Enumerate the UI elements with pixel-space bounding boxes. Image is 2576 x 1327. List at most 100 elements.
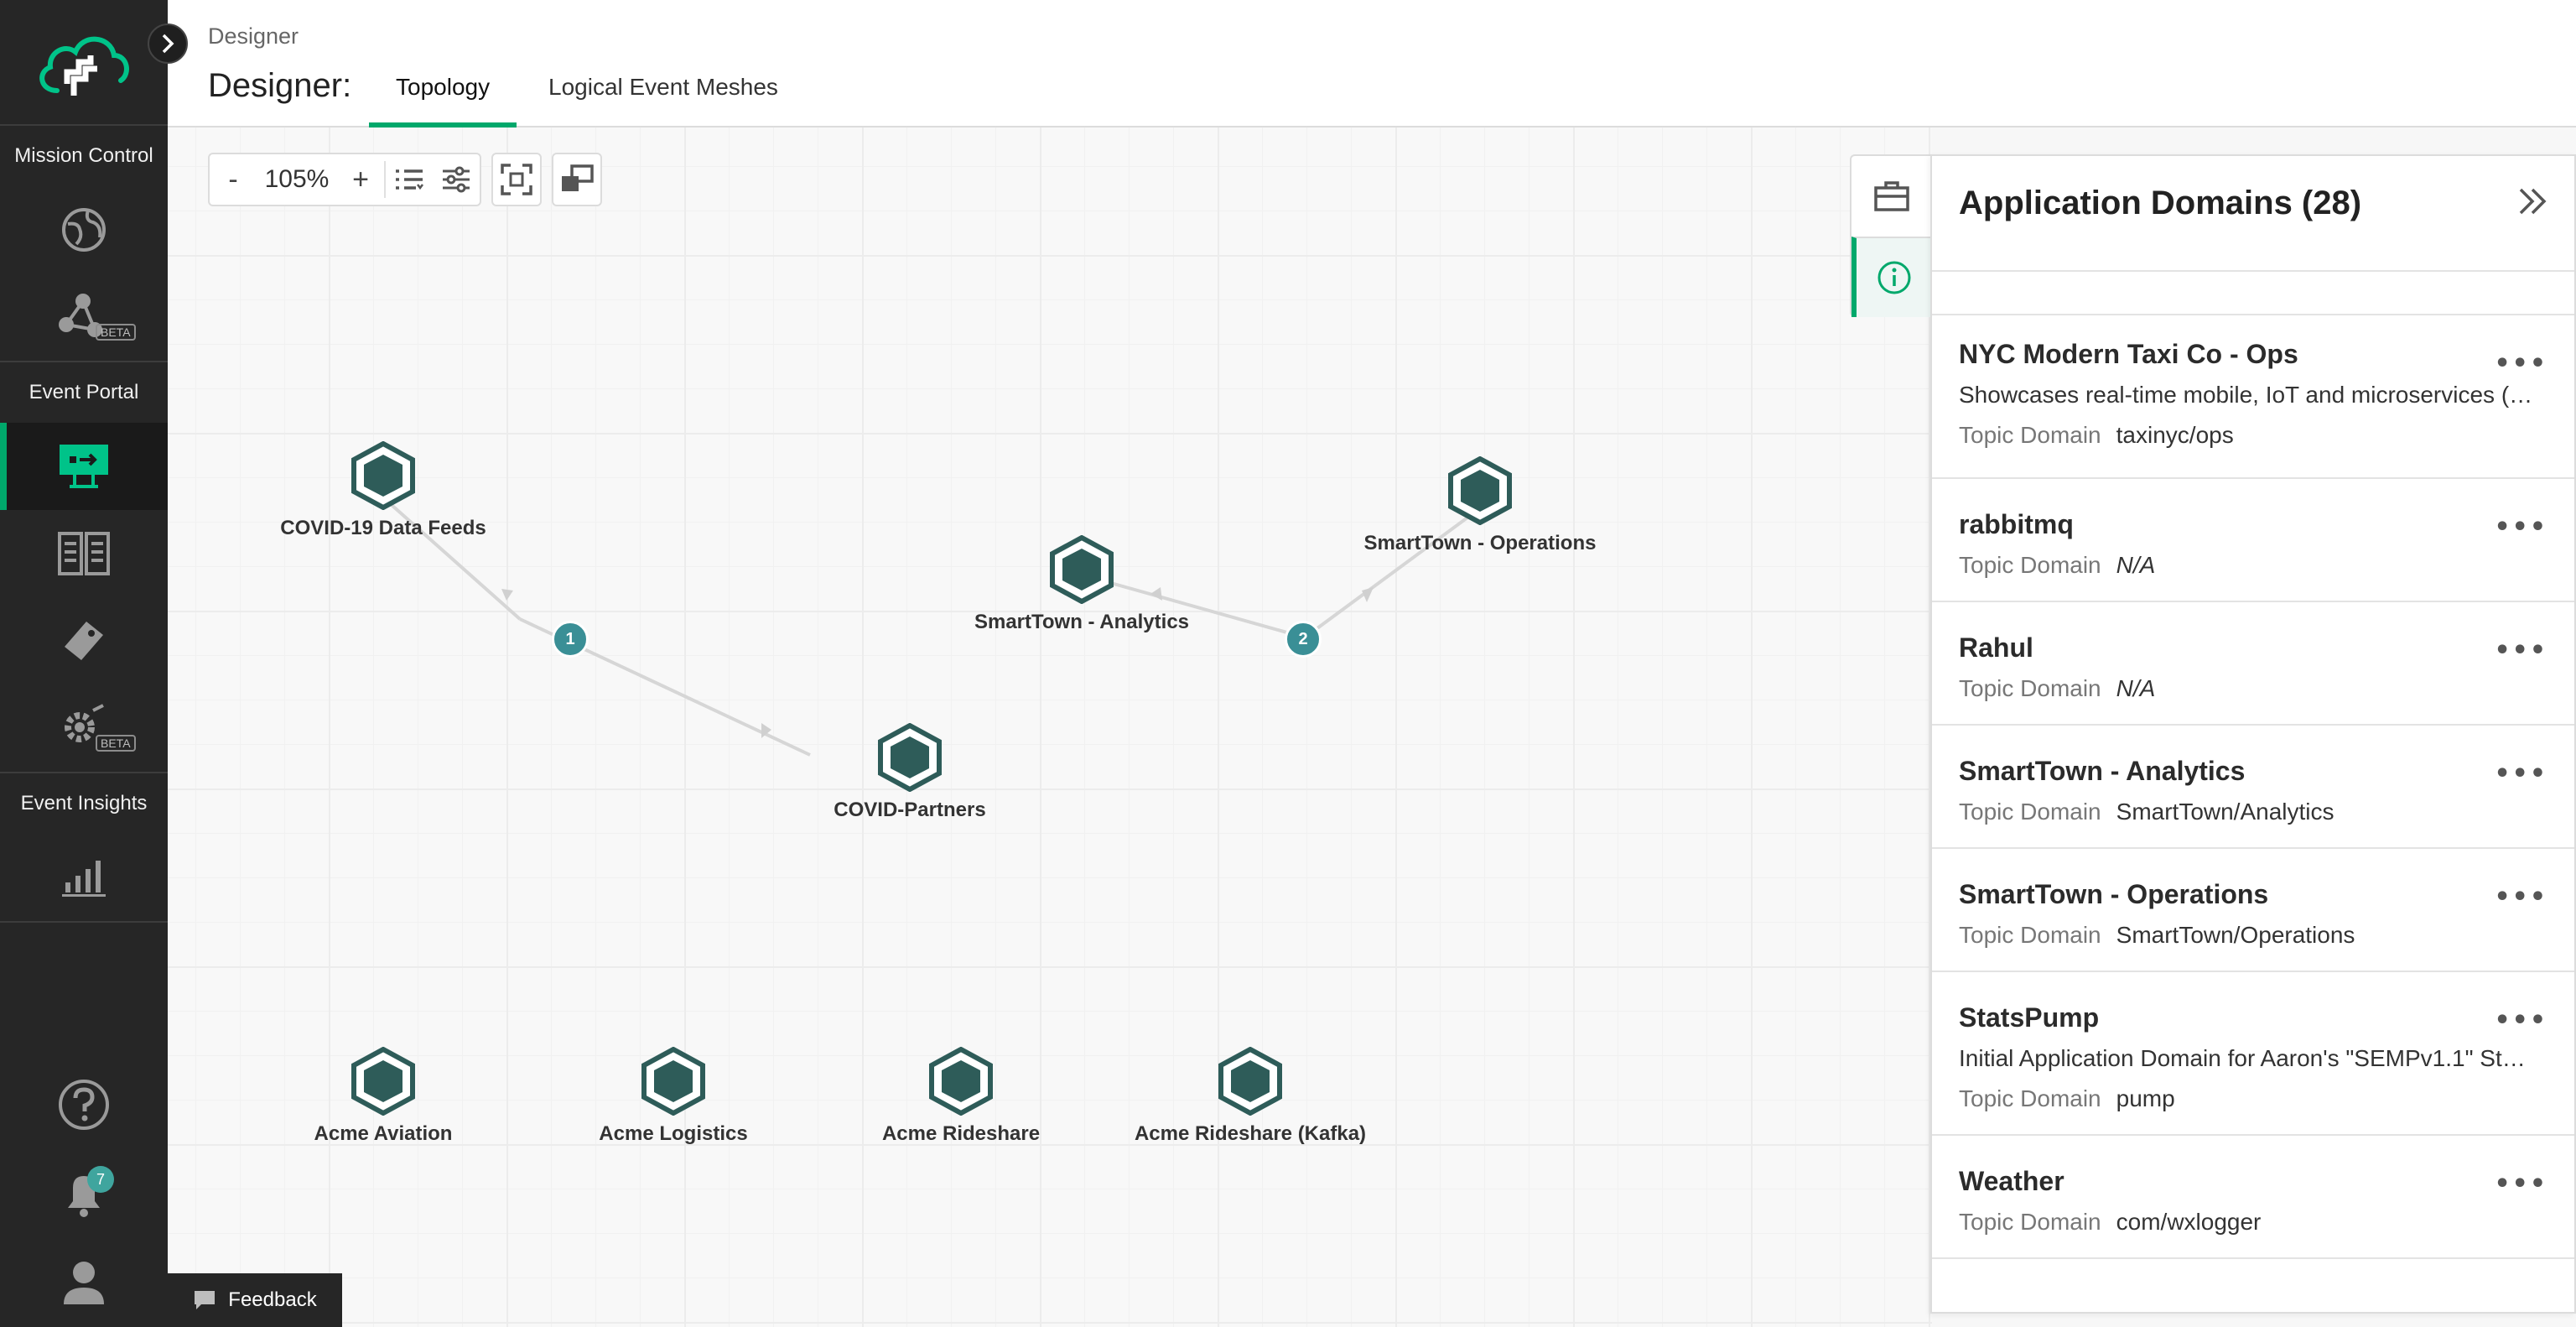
nav-item-designer[interactable] [0,423,168,510]
application-domain-node[interactable]: SmartTown - Operations [1325,456,1635,555]
page-header: Designer Designer: Topology Logical Even… [168,0,2576,127]
node-label: COVID-Partners [834,799,986,821]
notification-count-badge: 7 [87,1166,114,1193]
more-options-button[interactable]: ••• [2494,1006,2547,1035]
domain-list-item[interactable]: rabbitmq ••• Topic Domain N/A [1932,479,2574,602]
application-domain-node[interactable]: COVID-Partners [755,723,1065,822]
domain-list-item[interactable]: SmartTown - Operations ••• Topic Domain … [1932,849,2574,972]
event-portal-title: Event Portal [29,381,139,403]
domain-name: SmartTown - Analytics [1959,756,2246,786]
topic-domain-row: Topic Domain N/A [1959,675,2547,702]
topic-domain-label: Topic Domain [1959,675,2101,701]
panel-tab-toolbox[interactable] [1852,156,1932,237]
nav-item-help[interactable] [0,1060,168,1149]
topic-domain-value: SmartTown/Analytics [2116,799,2334,825]
breadcrumb[interactable]: Designer [208,23,299,49]
node-label: Acme Aviation [314,1122,453,1145]
event-portal-section: Event Portal BETA [0,362,168,773]
topic-domain-row: Topic Domain taxinyc/ops [1959,422,2547,449]
edge-arrow [501,589,513,601]
nav-item-mesh-manager[interactable]: BETA [0,273,168,361]
hexagon-icon [351,1047,415,1116]
domain-list-item[interactable]: NYC Modern Taxi Co - Ops ••• Showcases r… [1932,315,2574,479]
domain-name: Rahul [1959,632,2033,663]
panel-tab-info[interactable] [1852,237,1932,317]
topic-domain-row: Topic Domain com/wxlogger [1959,1209,2547,1236]
application-domain-node[interactable]: SmartTown - Analytics [927,535,1237,634]
hexagon-icon [1050,535,1114,604]
application-domain-node[interactable]: Acme Logistics [518,1047,828,1146]
topology-canvas[interactable]: - 105% + COVID-19 Data Feeds COVID-Partn… [168,127,1932,1327]
chevron-right-icon [162,34,174,54]
nav-expand-button[interactable] [148,23,188,64]
domain-list-item[interactable]: Rahul ••• Topic Domain N/A [1932,602,2574,726]
tab-topology[interactable]: Topology [369,74,517,127]
mission-control-title: Mission Control [14,144,153,167]
hexagon-icon [641,1047,705,1116]
domain-list-item[interactable]: Weather ••• Topic Domain com/wxlogger [1932,1136,2574,1259]
domain-list-item[interactable]: SmartTown - Analytics ••• Topic Domain S… [1932,726,2574,849]
hexagon-icon [878,723,942,792]
topic-domain-row: Topic Domain SmartTown/Analytics [1959,799,2547,825]
nav-item-event-api-products[interactable] [0,597,168,684]
help-icon [59,1080,109,1130]
topic-domain-value: taxinyc/ops [2116,422,2234,448]
side-navigation: Mission Control BETA Event Portal BETA E… [0,0,168,1327]
topic-domain-value: N/A [2116,552,2156,578]
beta-badge: BETA [96,324,136,341]
nav-item-notifications[interactable]: 7 [0,1149,168,1238]
page-title: Designer: [208,67,352,104]
more-options-button[interactable]: ••• [2494,1169,2547,1199]
domain-name: StatsPump [1959,1002,2100,1033]
tab-logical-event-meshes[interactable]: Logical Event Meshes [522,74,805,127]
more-options-button[interactable]: ••• [2494,636,2547,665]
beta-badge: BETA [96,735,136,752]
hexagon-icon [1448,456,1512,525]
application-domain-node[interactable]: Acme Rideshare (Kafka) [1095,1047,1405,1146]
event-insights-title: Event Insights [20,792,148,814]
feedback-button[interactable]: Feedback [168,1273,342,1327]
briefcase-icon [1874,181,1909,211]
nav-item-user-profile[interactable] [0,1238,168,1327]
domain-name: Weather [1959,1166,2064,1196]
designer-icon [60,445,108,488]
topic-domain-label: Topic Domain [1959,552,2101,578]
app-logo[interactable] [34,25,132,106]
relationship-count-badge[interactable]: 2 [1285,621,1322,658]
panel-header: Application Domains (28) [1932,156,2574,272]
application-domain-node[interactable]: Acme Rideshare [806,1047,1116,1146]
nav-item-catalog[interactable] [0,510,168,597]
domain-description: Showcases real-time mobile, IoT and micr… [1959,382,2533,408]
relationship-count-badge[interactable]: 1 [552,621,589,658]
bar-chart-icon [62,861,106,897]
logo-area [0,0,168,126]
application-domain-node[interactable]: COVID-19 Data Feeds [228,441,538,540]
info-icon [1877,261,1911,294]
more-options-button[interactable]: ••• [2494,759,2547,788]
topic-domain-row: Topic Domain SmartTown/Operations [1959,922,2547,949]
nav-item-cluster-manager[interactable] [0,186,168,273]
domain-name: SmartTown - Operations [1959,879,2269,909]
topic-domain-value: N/A [2116,675,2156,701]
panel-scroll-spacer [1932,272,2574,315]
user-icon [64,1262,104,1304]
node-label: Acme Logistics [599,1122,748,1145]
topic-domain-value: com/wxlogger [2116,1209,2262,1235]
topic-domain-label: Topic Domain [1959,922,2101,948]
panel-tab-strip [1850,154,1932,317]
more-options-button[interactable]: ••• [2494,349,2547,378]
collapse-panel-button[interactable] [2517,185,2547,221]
application-domain-node[interactable]: Acme Aviation [228,1047,538,1146]
hexagon-icon [1218,1047,1282,1116]
nav-item-runtime[interactable]: BETA [0,684,168,772]
more-options-button[interactable]: ••• [2494,882,2547,912]
domain-description: Initial Application Domain for Aaron's "… [1959,1045,2537,1071]
nav-item-insights[interactable] [0,834,168,921]
topic-domain-label: Topic Domain [1959,799,2101,825]
more-options-button[interactable]: ••• [2494,513,2547,542]
hexagon-icon [929,1047,993,1116]
domain-list-item[interactable]: StatsPump ••• Initial Application Domain… [1932,972,2574,1136]
globe-icon [62,208,106,252]
panel-title: Application Domains (28) [1959,185,2362,221]
topic-domain-row: Topic Domain pump [1959,1085,2547,1112]
